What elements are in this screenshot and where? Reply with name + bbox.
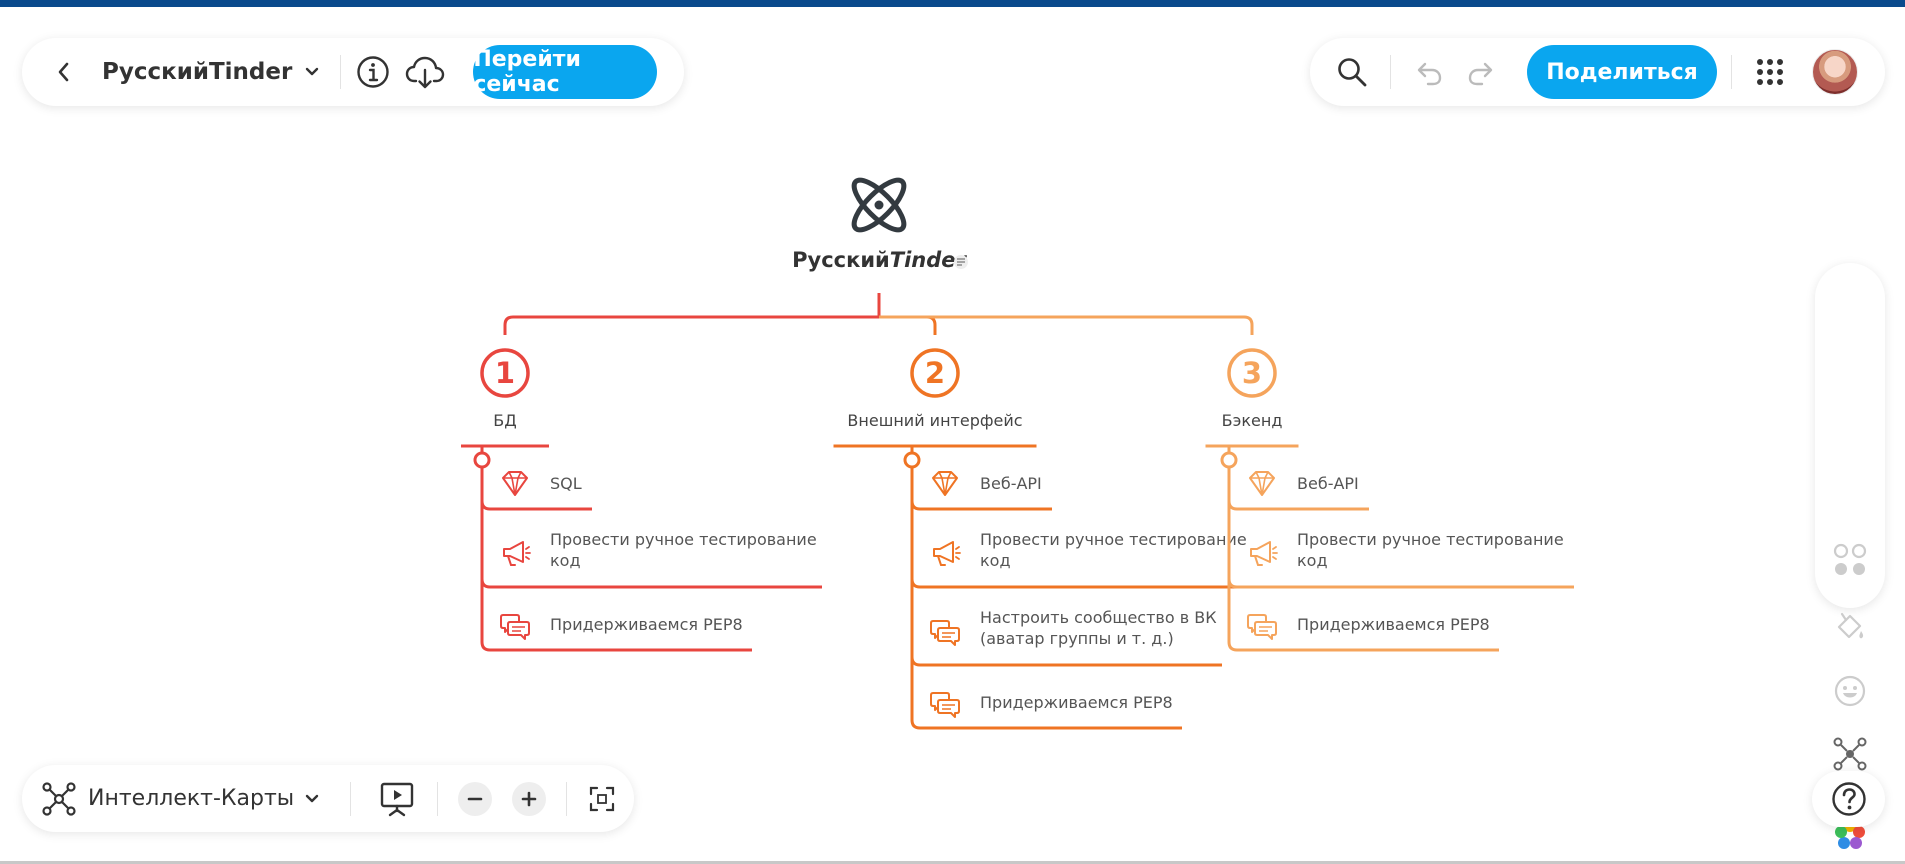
topic-text: Придерживаемся PEP8: [980, 693, 1173, 712]
branch-title[interactable]: Внешний интерфейс: [847, 411, 1022, 430]
branch-node: 2 Внешний интерфейс Веб-API Провести ручное…: [833, 348, 1257, 730]
collapse-toggle[interactable]: [903, 451, 921, 469]
fit-screen-icon: [590, 786, 615, 811]
emoji-tool-button[interactable]: [1815, 666, 1885, 716]
chat-icon: [1247, 614, 1277, 640]
mindmap-structure-icon: [1833, 737, 1867, 771]
branch-node: 3 Бэкенд Веб-API Провести ручное тестирован…: [1205, 348, 1574, 652]
diamond-icon: [1249, 471, 1275, 496]
topic-item[interactable]: Настроить сообщество в ВК (аватар группы …: [910, 608, 1222, 667]
topic-text: Настроить сообщество в ВК: [980, 608, 1217, 627]
topic-text: Веб-API: [980, 474, 1042, 493]
zoom-out-button[interactable]: [458, 781, 493, 816]
branch-title[interactable]: Бэкенд: [1222, 411, 1283, 430]
mindmap-view-icon: [42, 781, 76, 816]
topic-text: Провести ручное тестирование: [1297, 530, 1564, 549]
toolbar-divider: [437, 781, 439, 816]
topic-item[interactable]: Придерживаемся PEP8: [910, 692, 1182, 730]
smiley-icon: [1834, 675, 1866, 707]
megaphone-icon: [1250, 541, 1278, 566]
megaphone-icon: [503, 541, 531, 566]
diamond-icon: [502, 471, 528, 496]
root-node-title[interactable]: РусскийTinder: [792, 248, 967, 272]
topic-item[interactable]: SQL: [480, 471, 592, 511]
topic-item[interactable]: Придерживаемся PEP8: [480, 614, 752, 652]
chat-icon: [930, 692, 960, 718]
topic-text: SQL: [550, 474, 582, 493]
chat-icon: [930, 620, 960, 646]
paint-bucket-icon: [1837, 612, 1864, 639]
topic-text: код: [1297, 551, 1328, 570]
topic-item[interactable]: Веб-API: [910, 471, 1052, 511]
presentation-icon: [380, 782, 414, 816]
diamond-icon: [932, 471, 958, 496]
branch-number: 2: [925, 356, 945, 390]
app-canvas: РусскийTinder Перейти сейчас Поделиться: [0, 0, 1905, 864]
branch-node: 1 БД SQL Провести ручное тестирование код При…: [461, 348, 822, 652]
mind-map: РусскийTinder 1 БД SQL Провести ручное тест…: [461, 177, 1574, 730]
topic-text: Провести ручное тестирование: [980, 530, 1247, 549]
atom-icon: [851, 177, 907, 233]
presentation-button[interactable]: [377, 777, 417, 821]
topic-elbow: [480, 641, 491, 652]
collapse-toggle[interactable]: [1220, 451, 1238, 469]
topic-text: код: [550, 551, 581, 570]
topic-elbow: [1227, 641, 1238, 652]
topic-text: Придерживаемся PEP8: [550, 615, 743, 634]
root-title-part1: Русский: [792, 248, 890, 272]
topic-item[interactable]: Веб-API: [1227, 471, 1369, 511]
notes-icon[interactable]: [954, 255, 968, 269]
megaphone-icon: [933, 541, 961, 566]
topic-elbow: [910, 719, 921, 730]
topic-text: Придерживаемся PEP8: [1297, 615, 1490, 634]
topic-text: код: [980, 551, 1011, 570]
help-button[interactable]: [1812, 771, 1885, 827]
view-toolbar: Интеллект-Карты: [22, 765, 634, 832]
view-mode-dropdown[interactable]: Интеллект-Карты: [42, 777, 320, 821]
chat-icon: [500, 614, 530, 640]
topic-text: Веб-API: [1297, 474, 1359, 493]
right-tools-rail: [1815, 263, 1885, 849]
topic-item[interactable]: Провести ручное тестирование код: [480, 530, 822, 589]
collapse-toggle[interactable]: [473, 451, 491, 469]
topic-item[interactable]: Провести ручное тестирование код: [910, 530, 1257, 589]
view-mode-label: Интеллект-Карты: [88, 786, 295, 811]
branch-connector: [879, 315, 937, 335]
topic-text: Провести ручное тестирование: [550, 530, 817, 549]
branch-number: 1: [495, 356, 515, 390]
plus-icon: [521, 791, 537, 806]
branch-title[interactable]: БД: [493, 411, 516, 430]
branch-number: 3: [1242, 356, 1262, 390]
layout-tool-button[interactable]: [1815, 535, 1885, 585]
branch-connector: [503, 315, 879, 335]
minus-icon: [467, 797, 483, 800]
question-mark-icon: [1831, 782, 1866, 816]
zoom-in-button[interactable]: [512, 781, 547, 816]
topic-item[interactable]: Провести ручное тестирование код: [1227, 530, 1574, 589]
topic-text: (аватар группы и т. д.): [980, 629, 1174, 648]
branches-layer: 1 БД SQL Провести ручное тестирование код При…: [461, 348, 1574, 730]
chevron-down-icon: [305, 794, 319, 802]
style-tool-button[interactable]: [1815, 601, 1885, 651]
topic-item[interactable]: Придерживаемся PEP8: [1227, 614, 1499, 652]
branch-connectors: [503, 293, 1254, 335]
fit-to-screen-button[interactable]: [585, 782, 619, 816]
toolbar-divider: [566, 781, 568, 816]
toolbar-divider: [350, 781, 352, 816]
layout-icon: [1833, 543, 1867, 575]
